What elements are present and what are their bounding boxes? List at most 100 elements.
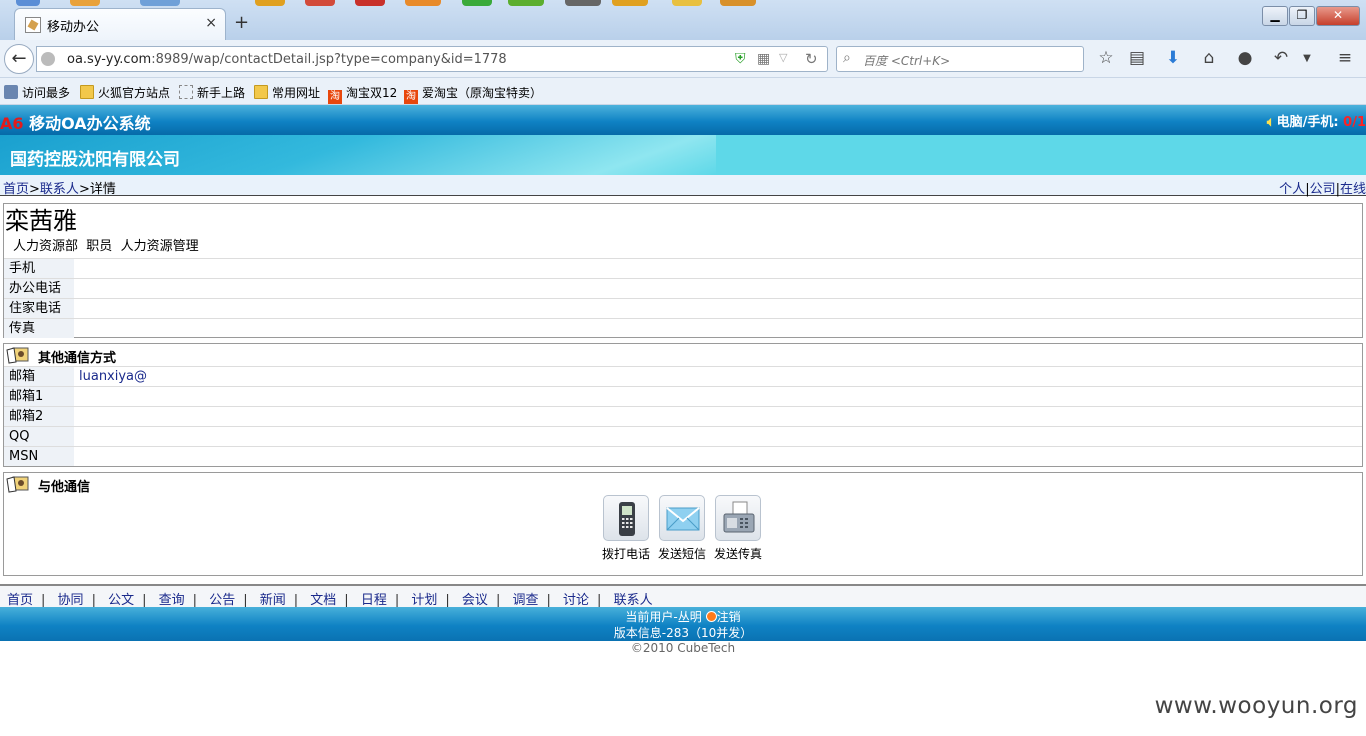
url-dropdown-icon[interactable]: ▽: [779, 51, 787, 64]
chat-icon[interactable]: ●: [1233, 48, 1257, 70]
send-sms-button[interactable]: [659, 495, 705, 541]
window-close-button[interactable]: ✕: [1316, 6, 1360, 26]
qr-code-icon[interactable]: ▦: [757, 51, 770, 67]
company-link[interactable]: 公司: [1310, 182, 1336, 197]
new-tab-button[interactable]: +: [234, 12, 249, 33]
section-title: 其他通信方式: [38, 351, 117, 366]
footer-link[interactable]: 联系人: [614, 593, 653, 608]
bookmarks-toolbar: 访问最多 火狐官方站点 新手上路 常用网址 淘淘宝双12 淘爱淘宝（原淘宝特卖）: [0, 78, 1366, 105]
footer-link[interactable]: 会议: [462, 593, 488, 608]
bookmark-label: 火狐官方站点: [98, 86, 171, 100]
field-label: 邮箱1: [4, 387, 74, 406]
taskbar-stub: [140, 0, 180, 6]
bookmark-item[interactable]: 访问最多: [4, 84, 70, 101]
send-fax-action[interactable]: 发送传真: [710, 495, 766, 562]
version-info: 版本信息-283（10并发）: [613, 626, 753, 640]
browser-tab-active[interactable]: 移动办公 ×: [14, 8, 226, 40]
breadcrumb-contacts-link[interactable]: 联系人: [40, 182, 79, 197]
footer-link[interactable]: 文档: [310, 593, 336, 608]
folder-icon: [80, 85, 94, 99]
field-label: 办公电话: [4, 279, 74, 298]
online-link[interactable]: 在线: [1340, 182, 1366, 197]
breadcrumb: 首页>联系人>详情 个人|公司|在线: [0, 175, 1366, 197]
bookmark-item[interactable]: 常用网址: [254, 84, 320, 101]
status-label: 电脑/手机:: [1276, 115, 1339, 130]
tab-close-icon[interactable]: ×: [205, 15, 217, 31]
footer-separator: |: [394, 593, 400, 608]
app-brand: A6 移动OA办公系统: [0, 110, 151, 134]
footer-link[interactable]: 公告: [209, 593, 235, 608]
action-label[interactable]: 发送传真: [714, 547, 762, 561]
footer-separator: |: [243, 593, 248, 608]
field-label: 住家电话: [4, 299, 74, 318]
contact-card-icon: [6, 476, 29, 493]
taskbar-stub: [672, 0, 702, 6]
reload-icon[interactable]: ↻: [805, 50, 818, 68]
footer-separator: |: [445, 593, 450, 608]
security-shield-icon[interactable]: ⛨: [735, 51, 746, 67]
bookmark-item[interactable]: 淘淘宝双12: [328, 84, 397, 104]
footer-separator: |: [597, 593, 602, 608]
logout-icon[interactable]: [705, 611, 717, 622]
field-label: 邮箱: [4, 367, 74, 386]
undo-icon[interactable]: ↶: [1269, 48, 1293, 70]
field-row: 邮箱1: [4, 386, 1362, 406]
home-icon[interactable]: ⌂: [1197, 48, 1221, 70]
bookmark-item[interactable]: 火狐官方站点: [80, 84, 170, 101]
action-label[interactable]: 发送短信: [658, 547, 706, 561]
bookmarks-list-icon[interactable]: ▤: [1125, 48, 1149, 70]
footer-link[interactable]: 新闻: [260, 593, 286, 608]
taskbar-stub: [508, 0, 544, 6]
bookmark-label: 新手上路: [197, 86, 246, 100]
brand-prefix: A6: [0, 114, 24, 133]
footer-link[interactable]: 讨论: [563, 593, 589, 608]
minimize-button[interactable]: ▁: [1262, 6, 1288, 26]
send-fax-button[interactable]: [715, 495, 761, 541]
hamburger-menu-icon[interactable]: ≡: [1333, 48, 1357, 70]
address-bar[interactable]: oa.sy-yy.com:8989/wap/contactDetail.jsp?…: [36, 46, 828, 72]
footer-link[interactable]: 查询: [159, 593, 185, 608]
contact-meta: 人力资源部 职员 人力资源管理: [4, 236, 1362, 258]
maximize-button[interactable]: ❐: [1289, 6, 1315, 26]
menu-dropdown-icon[interactable]: ▼: [1295, 53, 1319, 75]
bookmark-item[interactable]: 新手上路: [179, 84, 245, 101]
bookmark-star-icon[interactable]: ☆: [1094, 48, 1118, 70]
footer-link[interactable]: 公文: [108, 593, 134, 608]
footer-separator: |: [91, 593, 96, 608]
folder-icon: [254, 85, 268, 99]
breadcrumb-separator: >: [29, 182, 40, 197]
address-url[interactable]: oa.sy-yy.com:8989/wap/contactDetail.jsp?…: [67, 52, 507, 67]
field-label: QQ: [4, 427, 74, 446]
contact-position: 职员: [86, 239, 113, 254]
personal-link[interactable]: 个人: [1279, 182, 1305, 197]
back-button[interactable]: ←: [4, 44, 34, 74]
call-phone-action[interactable]: 拨打电话: [598, 495, 654, 562]
footer-link[interactable]: 日程: [361, 593, 387, 608]
action-label[interactable]: 拨打电话: [602, 547, 650, 561]
email-link[interactable]: luanxiya@: [79, 367, 147, 386]
send-sms-action[interactable]: 发送短信: [654, 495, 710, 562]
field-row: 邮箱2: [4, 406, 1362, 426]
field-row: 办公电话: [4, 278, 1362, 298]
contact-department: 人力资源部: [13, 239, 79, 254]
download-icon[interactable]: ⬇: [1161, 48, 1185, 70]
status-value: 0/1: [1343, 115, 1366, 130]
footer-link[interactable]: 协同: [58, 593, 84, 608]
envelope-icon: [666, 507, 700, 531]
contact-card-icon: [6, 347, 29, 364]
breadcrumb-home-link[interactable]: 首页: [3, 182, 29, 197]
app-header: A6 移动OA办公系统 🔈︎ 电脑/手机: 0/1: [0, 105, 1366, 135]
contact-name: 栾茜雅: [5, 207, 77, 235]
site-identity-icon[interactable]: [41, 52, 55, 66]
taskbar-stub: [612, 0, 648, 6]
speaker-icon[interactable]: 🔈︎: [1267, 115, 1275, 130]
footer-link[interactable]: 计划: [411, 593, 437, 608]
bookmark-label: 爱淘宝（原淘宝特卖）: [422, 86, 543, 100]
call-phone-button[interactable]: [603, 495, 649, 541]
footer-link[interactable]: 调查: [512, 593, 538, 608]
current-user-line: 当前用户-丛明 注销: [0, 608, 1366, 625]
search-bar[interactable]: ⌕ 百度 <Ctrl+K>: [836, 46, 1084, 72]
logout-link[interactable]: 注销: [717, 610, 741, 624]
footer-link[interactable]: 首页: [7, 593, 33, 608]
bookmark-item[interactable]: 淘爱淘宝（原淘宝特卖）: [404, 84, 542, 104]
